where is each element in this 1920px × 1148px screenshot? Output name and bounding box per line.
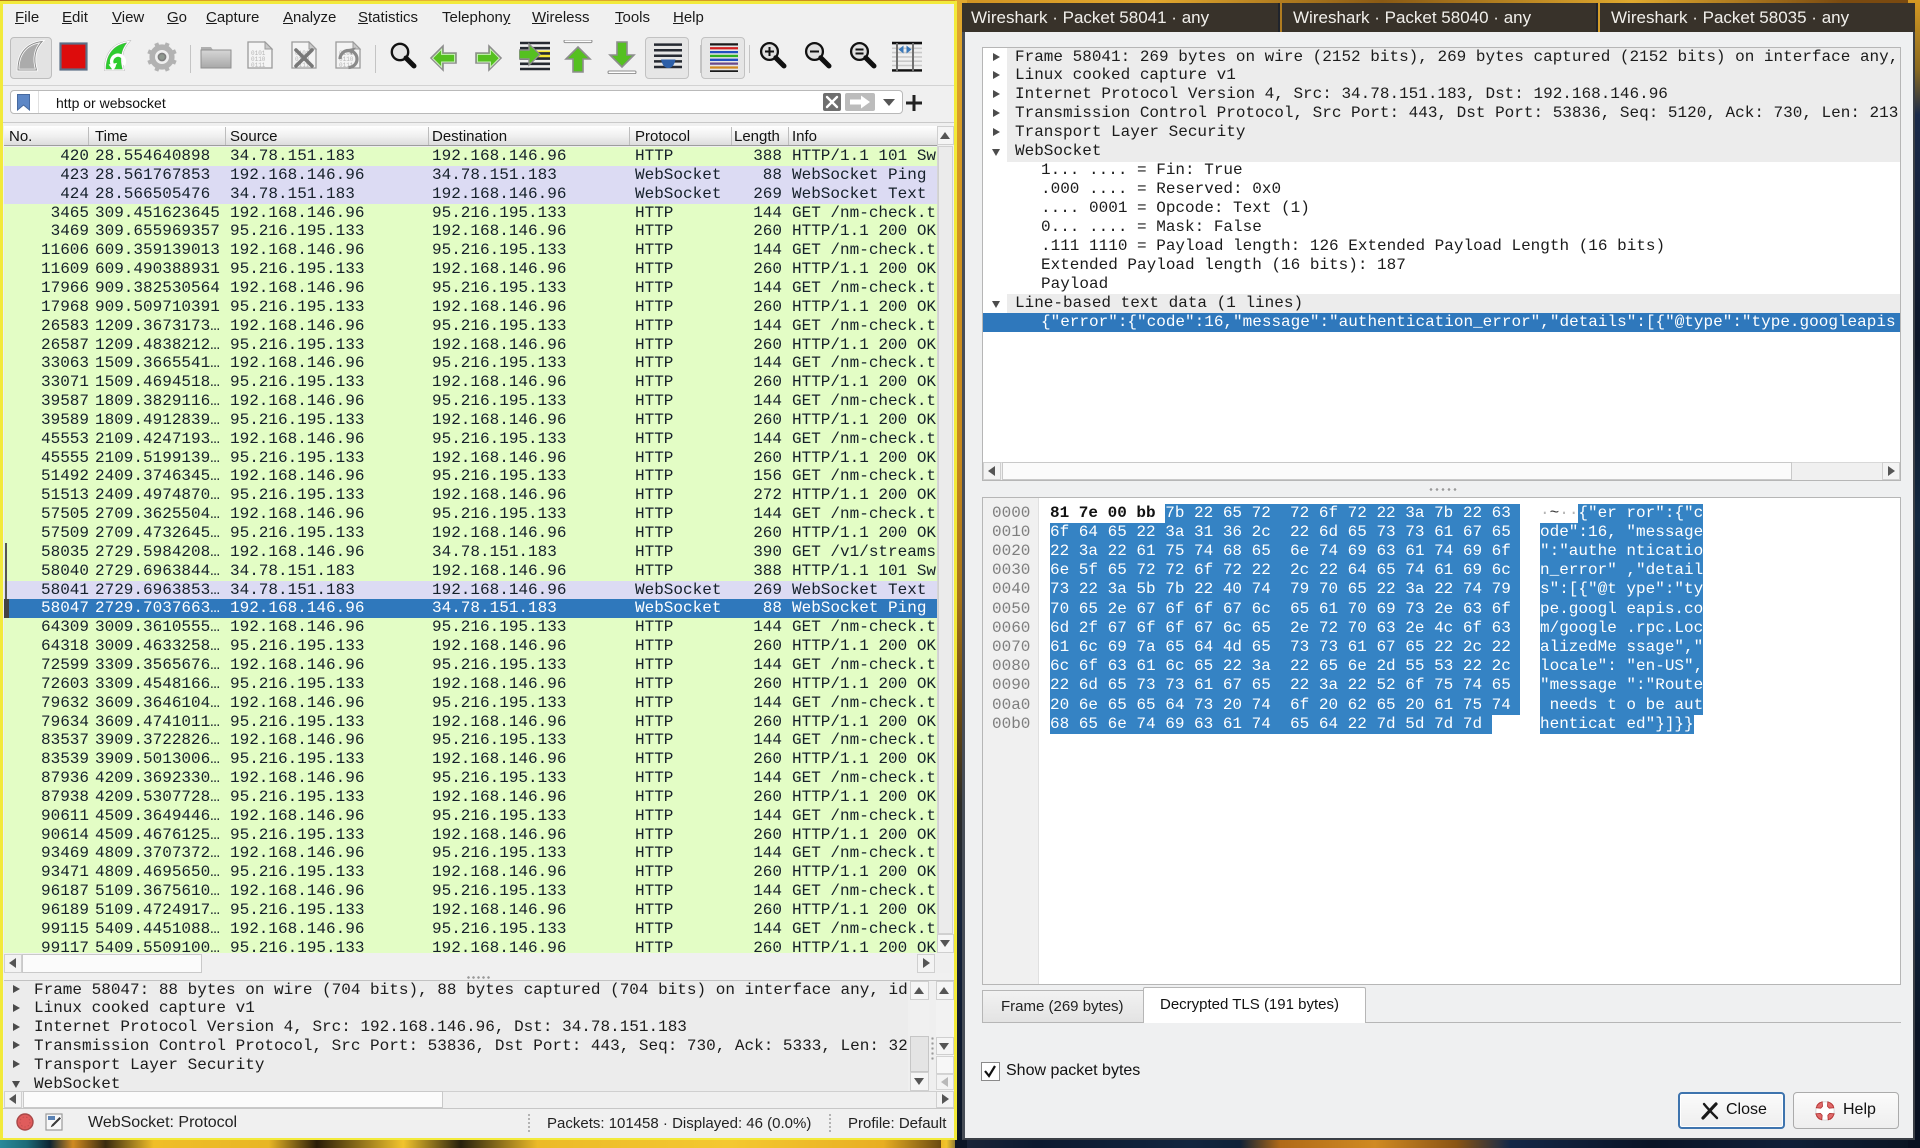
svg-text:0111: 0111 bbox=[251, 62, 266, 69]
